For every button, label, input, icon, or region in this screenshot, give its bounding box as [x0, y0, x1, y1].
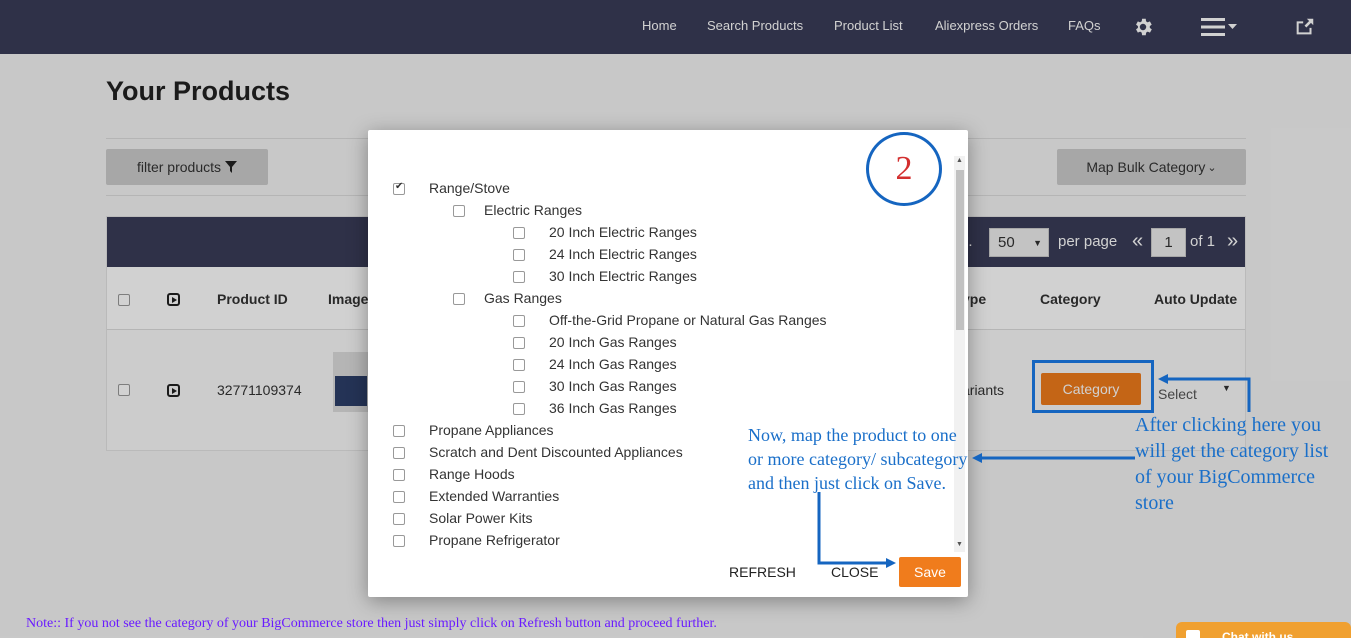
- chat-icon: [1186, 630, 1200, 638]
- arrow-to-save: [817, 492, 896, 568]
- chat-label: Chat with us: [1222, 630, 1294, 638]
- arrow-to-category: [1158, 374, 1251, 412]
- chat-widget[interactable]: Chat with us: [1176, 622, 1351, 638]
- refresh-note: Note:: If you not see the category of yo…: [26, 616, 717, 631]
- annotation-arrows: [817, 374, 1251, 568]
